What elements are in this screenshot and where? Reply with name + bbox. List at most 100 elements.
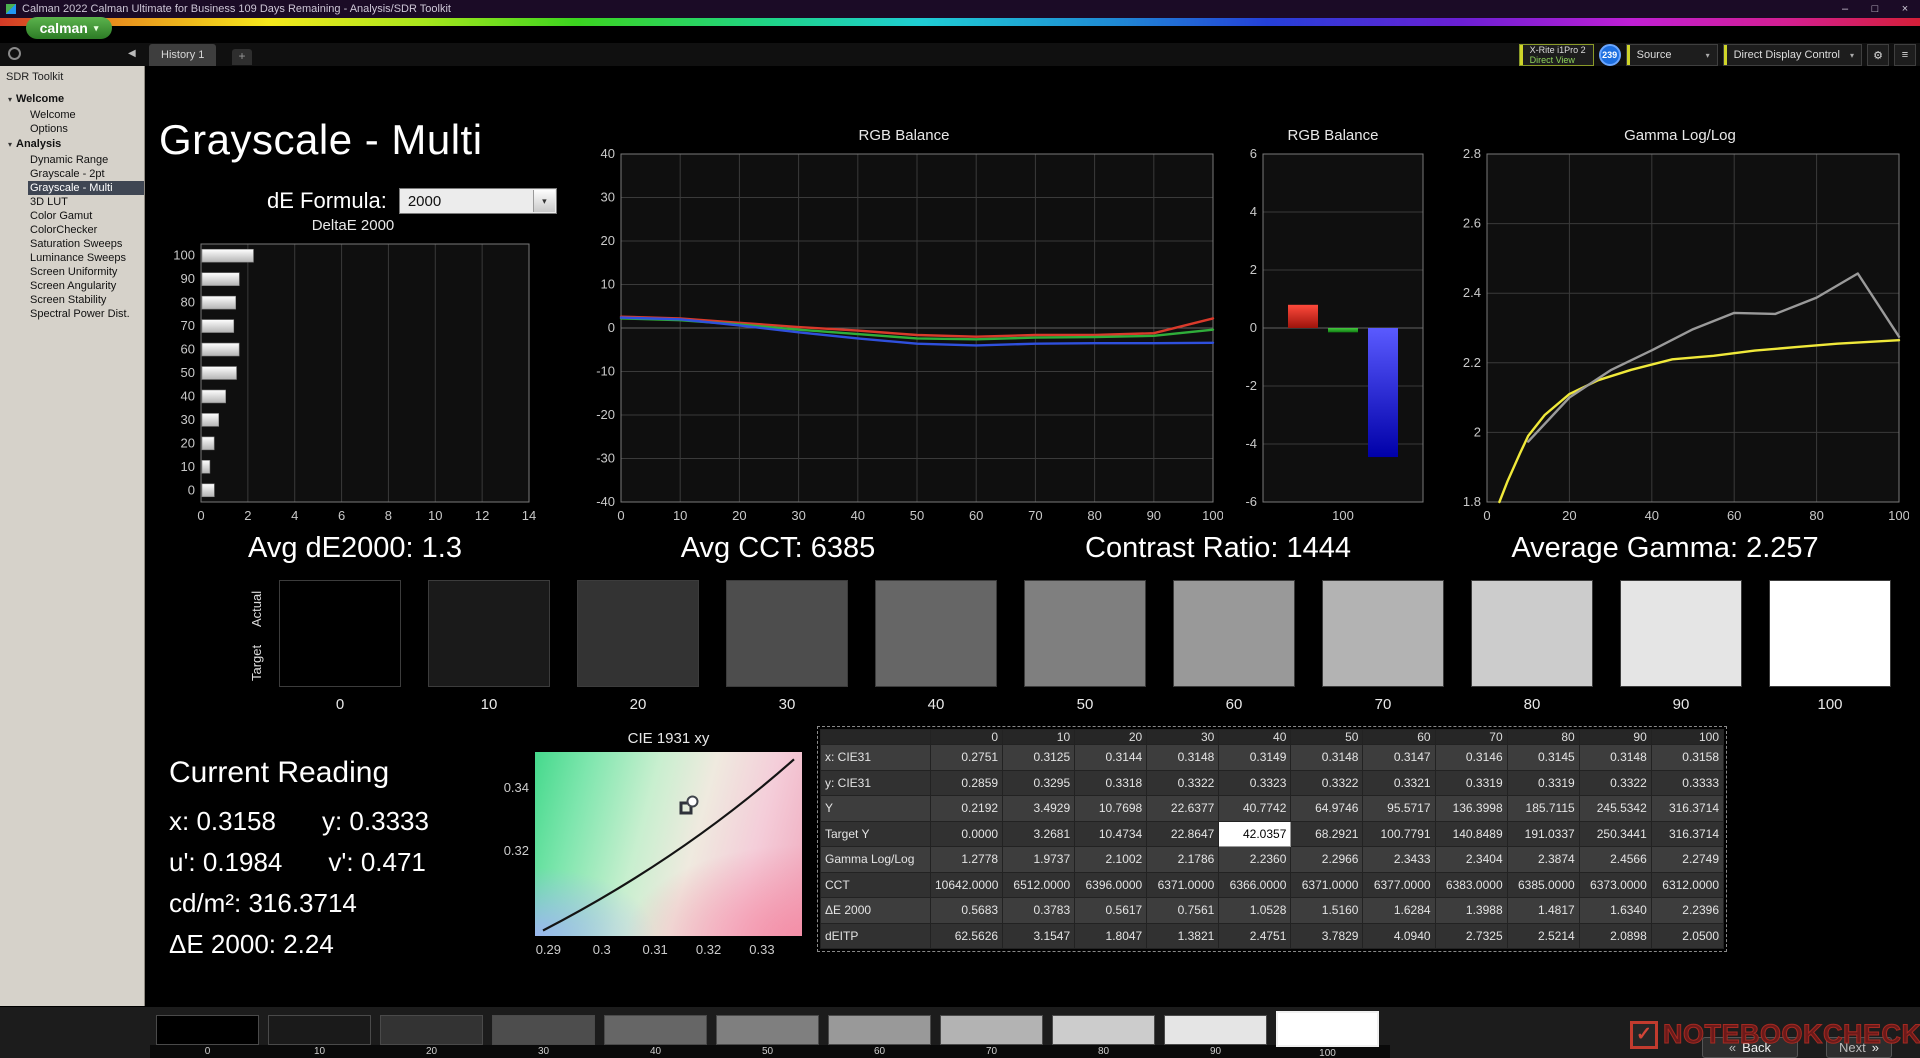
grayscale-swatch-10: 10 [428,580,550,713]
svg-text:12: 12 [475,508,489,523]
swatch-label: 90 [1620,696,1742,713]
sidebar-item-3d-lut[interactable]: 3D LUT [28,195,144,209]
cell: 6385.0000 [1507,872,1579,898]
cell: 0.5617 [1075,898,1147,924]
svg-text:50: 50 [181,365,195,380]
pattern-button-100[interactable] [1276,1011,1379,1047]
sidebar-item-colorchecker[interactable]: ColorChecker [28,223,144,237]
sidebar-group-welcome[interactable]: ▾Welcome [4,91,144,108]
avg-de2000-stat: Avg dE2000: 1.3 [248,532,462,565]
cell: 2.2749 [1651,847,1723,873]
minimize-button[interactable]: – [1830,0,1860,18]
svg-text:40: 40 [181,388,195,403]
svg-text:2: 2 [1474,424,1481,439]
cie-x-tick: 0.31 [642,942,667,957]
pattern-button-70[interactable] [940,1015,1043,1045]
swatch-color [428,580,550,687]
cie-chart-title: CIE 1931 xy [535,730,802,750]
pattern-label: 0 [156,1045,259,1058]
svg-text:20: 20 [1562,508,1576,523]
sidebar-item-luminance-sweeps[interactable]: Luminance Sweeps [28,251,144,265]
pattern-label: 50 [716,1045,819,1058]
column-header-60: 60 [1363,730,1435,745]
swatch-color [1322,580,1444,687]
tree-expander-icon[interactable]: ▾ [4,93,16,107]
rgb-balance-line-chart: RGB Balance 0102030405060708090100403020… [585,126,1223,528]
sidebar-item-saturation-sweeps[interactable]: Saturation Sweeps [28,237,144,251]
sidebar-item-grayscale-2pt[interactable]: Grayscale - 2pt [28,167,144,181]
pattern-button-20[interactable] [380,1015,483,1045]
cell: 0.3333 [1651,770,1723,796]
workflow-sidebar: SDR Toolkit ▾WelcomeWelcomeOptions▾Analy… [0,66,145,1006]
sidebar-item-options[interactable]: Options [28,122,144,136]
session-icon[interactable] [8,47,21,60]
caret-down-icon: ▾ [94,23,99,34]
maximize-button[interactable]: □ [1860,0,1890,18]
reading-y: y: 0.3333 [322,806,429,837]
swatch-color [875,580,997,687]
sidebar-group-analysis[interactable]: ▾Analysis [4,136,144,153]
sidebar-item-screen-angularity[interactable]: Screen Angularity [28,279,144,293]
cie-locus [535,752,802,936]
de-formula-row: dE Formula: 2000 ▾ [267,188,557,214]
cell: 2.0898 [1579,923,1651,949]
swatch-color [1620,580,1742,687]
de-formula-dropdown[interactable]: 2000 ▾ [399,188,557,214]
svg-text:70: 70 [1028,508,1042,523]
sidebar-item-welcome[interactable]: Welcome [28,108,144,122]
cell: 0.2859 [931,770,1003,796]
sidebar-item-dynamic-range[interactable]: Dynamic Range [28,153,144,167]
source-button[interactable]: Source ▾ [1626,44,1718,66]
tab-history-1[interactable]: History 1 [149,44,216,66]
display-control-button[interactable]: Direct Display Control ▾ [1723,44,1862,66]
meter-button[interactable]: X-Rite i1Pro 2 Direct View [1519,44,1594,66]
sidebar-item-screen-uniformity[interactable]: Screen Uniformity [28,265,144,279]
pattern-button-30[interactable] [492,1015,595,1045]
de-formula-value: 2000 [408,193,441,210]
selected-cell: 42.0357 [1219,821,1291,847]
sidebar-item-color-gamut[interactable]: Color Gamut [28,209,144,223]
calman-menu-button[interactable]: calman ▾ [26,17,112,39]
tree-expander-icon[interactable]: ▾ [4,138,16,152]
cell: 1.5160 [1291,898,1363,924]
svg-text:6: 6 [338,508,345,523]
cell: 3.4929 [1003,796,1075,822]
pattern-label: 90 [1164,1045,1267,1058]
pattern-button-60[interactable] [828,1015,931,1045]
settings-button[interactable]: ⚙ [1867,44,1889,66]
svg-text:100: 100 [1888,508,1909,523]
sidebar-item-screen-stability[interactable]: Screen Stability [28,293,144,307]
sidebar-item-grayscale-multi[interactable]: Grayscale - Multi [28,181,144,195]
cell: 0.3148 [1579,745,1651,771]
pattern-button-80[interactable] [1052,1015,1155,1045]
grayscale-swatch-90: 90 [1620,580,1742,713]
cell: 185.7115 [1507,796,1579,822]
back-button[interactable]: « Back [1702,1037,1798,1058]
cie-x-tick: 0.29 [536,942,561,957]
cell: 1.0528 [1219,898,1291,924]
tab-bar: ◀ History 1 + X-Rite i1Pro 2 Direct View… [0,43,1920,66]
cell: 68.2921 [1291,821,1363,847]
cell: 0.7561 [1147,898,1219,924]
sidebar-title: SDR Toolkit [0,66,144,91]
cell: 40.7742 [1219,796,1291,822]
row-label: y: CIE31 [821,770,931,796]
next-button[interactable]: Next » [1826,1037,1892,1058]
cell: 6377.0000 [1363,872,1435,898]
cell: 0.0000 [931,821,1003,847]
caret-down-icon: ▾ [533,190,555,212]
pattern-button-40[interactable] [604,1015,707,1045]
pattern-button-50[interactable] [716,1015,819,1045]
caret-down-icon: ▾ [1840,51,1854,60]
pattern-button-90[interactable] [1164,1015,1267,1045]
cell: 0.3318 [1075,770,1147,796]
collapse-sidebar-icon[interactable]: ◀ [128,48,136,59]
pattern-button-0[interactable] [156,1015,259,1045]
new-tab-button[interactable]: + [232,49,252,65]
column-header-70: 70 [1435,730,1507,745]
sidebar-item-spectral-power-dist[interactable]: Spectral Power Dist. [28,307,144,321]
menu-button[interactable]: ≡ [1894,44,1916,66]
close-button[interactable]: × [1890,0,1920,18]
pattern-button-10[interactable] [268,1015,371,1045]
svg-text:70: 70 [181,318,195,333]
